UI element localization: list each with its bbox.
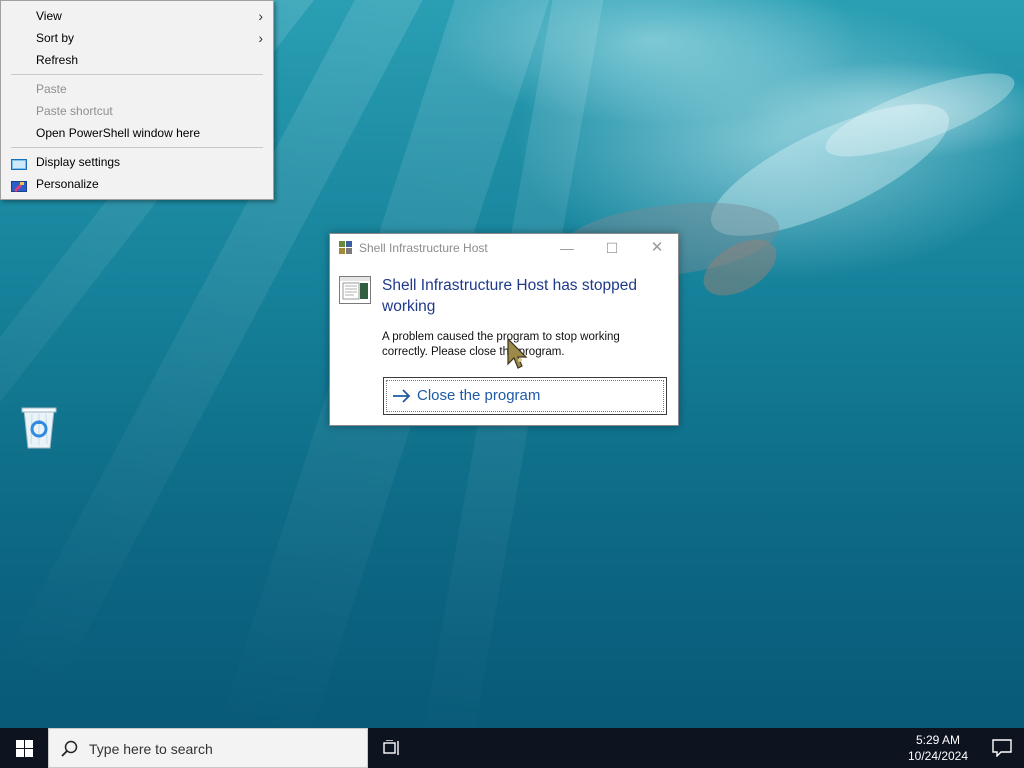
focus-outline: Close the program xyxy=(386,380,664,412)
app-icon xyxy=(338,240,354,256)
menu-item-label: Paste xyxy=(36,82,67,96)
windows-logo-icon xyxy=(16,740,33,757)
menu-item-label: Refresh xyxy=(36,53,79,67)
search-icon xyxy=(61,740,79,758)
menu-item-label: Open PowerShell window here xyxy=(36,126,201,140)
chevron-right-icon: › xyxy=(258,30,263,46)
program-icon xyxy=(339,276,371,304)
menu-separator xyxy=(11,147,263,148)
taskbar: Type here to search 5:29 AM 10/24/2024 xyxy=(0,728,1024,768)
start-button[interactable] xyxy=(0,728,48,768)
task-view-icon xyxy=(383,740,399,755)
error-heading: Shell Infrastructure Host has stopped wo… xyxy=(382,277,638,315)
error-dialog: Shell Infrastructure Host — ☐ ✕ Shell In… xyxy=(329,233,679,426)
close-button[interactable]: ✕ xyxy=(640,236,674,260)
clock-date: 10/24/2024 xyxy=(907,749,969,763)
menu-item-label: Paste shortcut xyxy=(36,104,113,118)
menu-item-paste: Paste xyxy=(1,78,273,100)
clock-time: 5:29 AM xyxy=(915,733,961,747)
menu-item-display-settings[interactable]: Display settings xyxy=(1,151,273,173)
menu-item-sort-by[interactable]: Sort by › xyxy=(1,27,273,49)
menu-item-refresh[interactable]: Refresh xyxy=(1,49,273,71)
arrow-right-icon xyxy=(392,387,412,405)
busy-cursor-icon xyxy=(506,337,532,370)
desktop-context-menu: View › Sort by › Refresh Paste Paste sho… xyxy=(0,0,274,200)
personalize-icon xyxy=(11,178,27,192)
system-clock[interactable]: 5:29 AM 10/24/2024 xyxy=(896,732,980,764)
dialog-title: Shell Infrastructure Host xyxy=(359,241,488,255)
dialog-titlebar[interactable]: Shell Infrastructure Host — ☐ ✕ xyxy=(330,234,678,262)
chevron-right-icon: › xyxy=(258,8,263,24)
menu-separator xyxy=(11,74,263,75)
recycle-bin-icon[interactable] xyxy=(18,402,60,450)
search-box[interactable]: Type here to search xyxy=(48,728,368,768)
maximize-button[interactable]: ☐ xyxy=(595,236,629,260)
notification-icon xyxy=(992,739,1012,757)
menu-item-label: Sort by xyxy=(36,31,75,45)
menu-item-paste-shortcut: Paste shortcut xyxy=(1,100,273,122)
close-program-label: Close the program xyxy=(417,387,541,404)
task-view-button[interactable] xyxy=(378,728,406,768)
action-center-button[interactable] xyxy=(980,728,1024,768)
minimize-button[interactable]: — xyxy=(550,236,584,260)
menu-item-personalize[interactable]: Personalize xyxy=(1,173,273,195)
menu-item-label: Display settings xyxy=(36,155,121,169)
menu-item-label: Personalize xyxy=(36,177,99,191)
close-program-button[interactable]: Close the program xyxy=(383,377,667,415)
menu-item-view[interactable]: View › xyxy=(1,5,273,27)
display-settings-icon xyxy=(11,156,27,170)
menu-item-open-powershell[interactable]: Open PowerShell window here xyxy=(1,122,273,144)
search-placeholder: Type here to search xyxy=(89,741,213,757)
menu-item-label: View xyxy=(36,9,62,23)
